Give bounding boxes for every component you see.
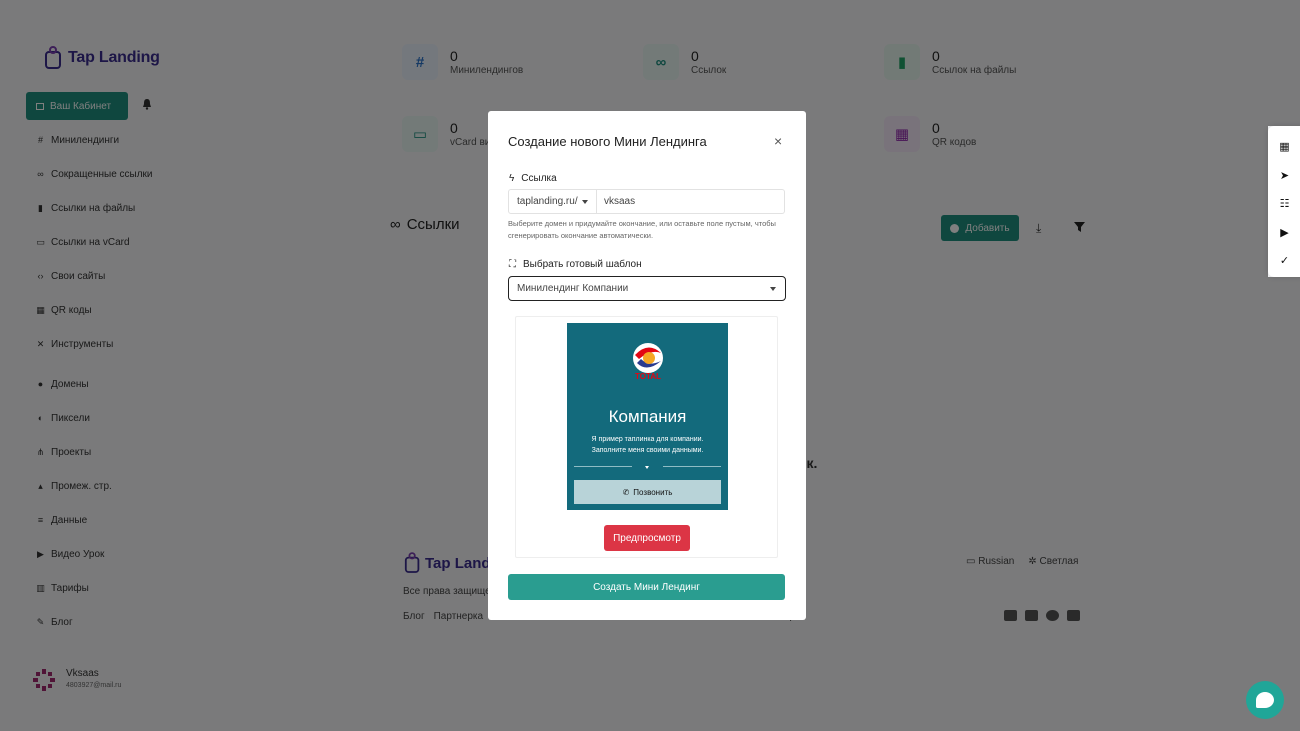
template-value: Минилендинг Компании: [517, 283, 629, 294]
domain-value: taplanding.ru/: [517, 196, 578, 207]
chevron-down-icon: [582, 200, 588, 204]
chevron-down-icon: [770, 287, 776, 291]
link-hint: Выберите домен и придумайте окончание, и…: [508, 219, 776, 240]
template-field-label: ⛶ Выбрать готовый шаблон: [509, 259, 642, 270]
telegram-icon[interactable]: ➤: [1278, 170, 1291, 183]
right-quick-bar: ▦ ➤ ☷ ▶ ✓: [1268, 126, 1300, 277]
total-brand-text: TOTAL: [635, 372, 661, 381]
divider: [663, 466, 721, 467]
modal-title: Создание нового Мини Лендинга: [508, 134, 707, 149]
total-logo: TOTAL: [633, 343, 663, 381]
phone-icon: ✆: [622, 487, 630, 497]
template-label-text: Выбрать готовый шаблон: [523, 259, 642, 270]
preview-button[interactable]: Предпросмотр: [604, 525, 690, 551]
bolt-icon: ϟ: [509, 173, 515, 184]
call-label: Позвонить: [633, 487, 673, 497]
chevron-down-icon: [645, 466, 649, 469]
apps-grid-icon[interactable]: ▦: [1278, 141, 1291, 154]
chat-bubble-icon: [1256, 692, 1274, 708]
template-preview: TOTAL Компания Я пример таплинка для ком…: [515, 316, 778, 558]
expand-icon: ⛶: [509, 259, 516, 270]
preview-title: Компания: [608, 407, 687, 426]
template-preview-screen: TOTAL Компания Я пример таплинка для ком…: [567, 323, 728, 510]
link-field-label: ϟ Ссылка: [509, 173, 557, 184]
modal-backdrop[interactable]: [1268, 277, 1300, 731]
template-select[interactable]: Минилендинг Компании: [508, 276, 786, 301]
divider: [574, 466, 632, 467]
youtube-icon[interactable]: ▶: [1278, 227, 1291, 240]
chat-icon[interactable]: ☷: [1278, 198, 1291, 211]
preview-desc-line: Я пример таплинка для компании.: [591, 436, 704, 443]
create-minilanding-modal: Создание нового Мини Лендинга × ϟ Ссылка…: [488, 111, 806, 620]
chat-widget-button[interactable]: [1246, 681, 1284, 719]
slug-input[interactable]: vksaas: [596, 189, 785, 214]
preview-description: Я пример таплинка для компании. Заполнит…: [567, 434, 728, 456]
vk-icon[interactable]: ✓: [1278, 255, 1291, 268]
domain-select[interactable]: taplanding.ru/: [508, 189, 597, 214]
preview-call-button: ✆ Позвонить: [574, 480, 721, 504]
preview-desc-line: Заполните меня своими данными.: [591, 447, 704, 454]
slug-value: vksaas: [604, 196, 636, 207]
link-label-text: Ссылка: [521, 173, 557, 184]
close-icon[interactable]: ×: [774, 133, 782, 149]
create-minilanding-button[interactable]: Создать Мини Лендинг: [508, 574, 785, 600]
modal-backdrop[interactable]: [1268, 0, 1300, 126]
